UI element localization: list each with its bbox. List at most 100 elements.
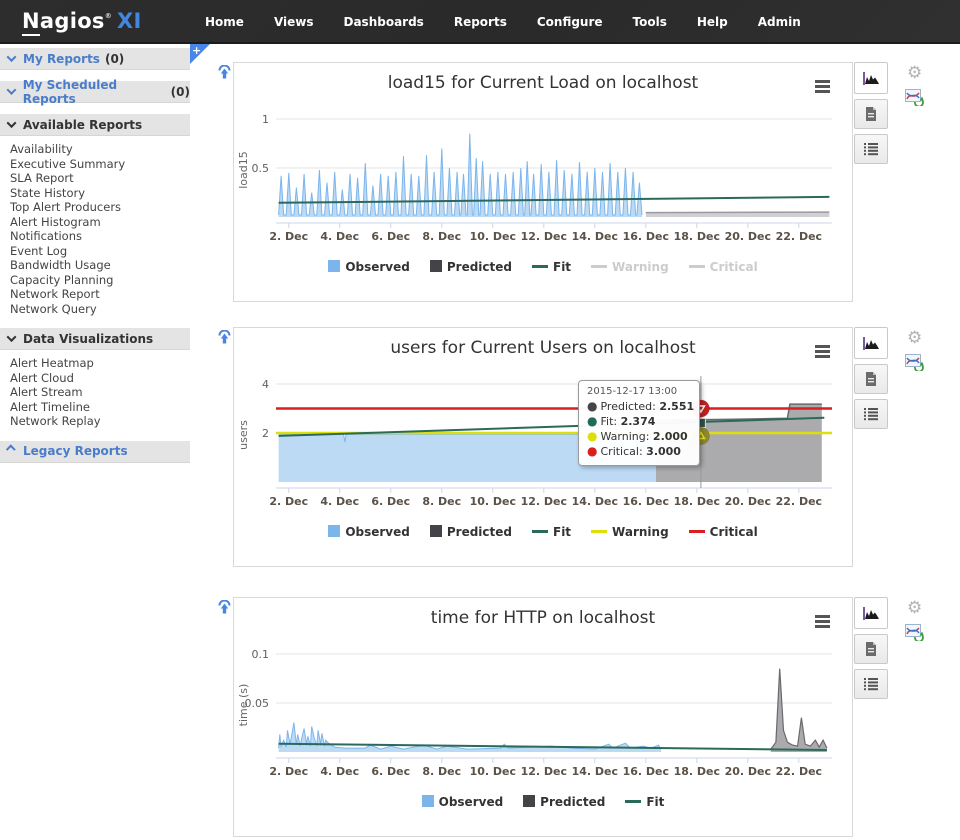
legend-item-fit[interactable]: Fit (625, 795, 664, 809)
svg-text:10. Dec: 10. Dec (470, 230, 516, 243)
legend-label: Observed (439, 795, 504, 809)
sidebar-item-alert-cloud[interactable]: Alert Cloud (10, 371, 190, 386)
sidebar-item-bandwidth-usage[interactable]: Bandwidth Usage (10, 258, 190, 273)
svg-text:12. Dec: 12. Dec (521, 230, 567, 243)
sidebar-section-my-scheduled-reports[interactable]: My Scheduled Reports(0) (0, 81, 190, 103)
area-chart-view-button[interactable] (854, 597, 888, 629)
sidebar-item-network-report[interactable]: Network Report (10, 287, 190, 302)
sidebar-item-alert-timeline[interactable]: Alert Timeline (10, 400, 190, 415)
sidebar-item-executive-summary[interactable]: Executive Summary (10, 157, 190, 172)
popout-chart-icon[interactable] (217, 330, 232, 349)
gear-icon[interactable]: ⚙ (907, 65, 922, 82)
popout-chart-icon[interactable] (217, 600, 232, 619)
svg-text:20. Dec: 20. Dec (725, 495, 771, 508)
legend-item-observed[interactable]: Observed (328, 525, 410, 539)
add-to-dashboard-ribbon[interactable]: + (190, 44, 210, 64)
navbar-item-dashboards[interactable]: Dashboards (344, 15, 424, 29)
legend-item-critical[interactable]: Critical (689, 260, 758, 274)
sidebar-section-legacy-reports[interactable]: Legacy Reports (0, 441, 190, 463)
legend-item-fit[interactable]: Fit (532, 260, 571, 274)
area-chart-view-button[interactable] (854, 327, 888, 359)
chart-legend: Observed Predicted Fit Warning Critical (234, 260, 852, 274)
navbar-item-help[interactable]: Help (697, 15, 728, 29)
export-chart-icon[interactable] (905, 89, 924, 110)
legend-item-predicted[interactable]: Predicted (523, 795, 605, 809)
data-list-view-button[interactable] (854, 399, 888, 429)
legend-item-observed[interactable]: Observed (328, 260, 410, 274)
navbar-item-admin[interactable]: Admin (758, 15, 801, 29)
legend-label: Observed (345, 525, 410, 539)
sidebar-item-sla-report[interactable]: SLA Report (10, 171, 190, 186)
sidebar-item-alert-heatmap[interactable]: Alert Heatmap (10, 356, 190, 371)
registered-mark: ® (105, 12, 112, 20)
chart-context-menu-icon[interactable] (815, 615, 830, 630)
chart-view-buttons (854, 327, 888, 434)
navbar-item-configure[interactable]: Configure (537, 15, 603, 29)
chart-legend: Observed Predicted Fit (234, 795, 852, 809)
sidebar-item-capacity-planning[interactable]: Capacity Planning (10, 273, 190, 288)
chart-context-menu-icon[interactable] (815, 80, 830, 95)
legend-line-swatch (532, 265, 548, 268)
chart-context-menu-icon[interactable] (815, 345, 830, 360)
svg-text:2. Dec: 2. Dec (269, 765, 308, 778)
sidebar-item-network-replay[interactable]: Network Replay (10, 414, 190, 429)
series-bullet-icon: ● (587, 444, 597, 458)
gear-icon[interactable]: ⚙ (907, 330, 922, 347)
report-view-button[interactable] (854, 364, 888, 394)
navbar-item-views[interactable]: Views (274, 15, 314, 29)
svg-text:14. Dec: 14. Dec (572, 230, 618, 243)
svg-text:10. Dec: 10. Dec (470, 765, 516, 778)
gear-icon[interactable]: ⚙ (907, 600, 922, 617)
chart-plot: 24users2. Dec4. Dec6. Dec8. Dec10. Dec12… (234, 360, 854, 522)
sidebar-item-alert-stream[interactable]: Alert Stream (10, 385, 190, 400)
svg-text:16. Dec: 16. Dec (623, 230, 669, 243)
main-menu: Home Views Dashboards Reports Configure Tools… (205, 0, 801, 44)
sidebar-section-data-visualizations[interactable]: Data Visualizations (0, 328, 190, 350)
svg-text:4. Dec: 4. Dec (320, 495, 359, 508)
export-chart-icon[interactable] (905, 354, 924, 375)
legend-label: Critical (710, 525, 758, 539)
sidebar-section-available-reports[interactable]: Available Reports (0, 114, 190, 136)
svg-text:14. Dec: 14. Dec (572, 495, 618, 508)
area-chart-view-button[interactable] (854, 62, 888, 94)
sidebar-item-event-log[interactable]: Event Log (10, 244, 190, 259)
reports-sidebar: My Reports(0) My Scheduled Reports(0) Avai… (0, 44, 190, 840)
sidebar-item-availability[interactable]: Availability (10, 142, 190, 157)
svg-text:6. Dec: 6. Dec (371, 495, 410, 508)
navbar-item-reports[interactable]: Reports (454, 15, 507, 29)
report-view-button[interactable] (854, 99, 888, 129)
data-list-view-button[interactable] (854, 134, 888, 164)
navbar-item-home[interactable]: Home (205, 15, 244, 29)
chart-title: load15 for Current Load on localhost (234, 73, 852, 93)
svg-text:users: users (237, 420, 250, 450)
legend-item-warning[interactable]: Warning (591, 260, 669, 274)
sidebar-item-network-query[interactable]: Network Query (10, 302, 190, 317)
legend-item-predicted[interactable]: Predicted (430, 260, 512, 274)
data-list-view-button[interactable] (854, 669, 888, 699)
sidebar-item-notifications[interactable]: Notifications (10, 229, 190, 244)
tooltip-row-predicted: ●Predicted: 2.551 (587, 399, 691, 414)
sidebar-item-state-history[interactable]: State History (10, 186, 190, 201)
legend-item-observed[interactable]: Observed (422, 795, 504, 809)
legend-item-warning[interactable]: Warning (591, 525, 669, 539)
navbar-item-tools[interactable]: Tools (633, 15, 667, 29)
legend-line-swatch (689, 265, 705, 268)
legend-line-swatch (689, 530, 705, 533)
sidebar-section-my-reports[interactable]: My Reports(0) (0, 48, 190, 70)
sidebar-item-alert-histogram[interactable]: Alert Histogram (10, 215, 190, 230)
legend-item-predicted[interactable]: Predicted (430, 525, 512, 539)
legend-line-swatch (591, 530, 607, 533)
legend-item-fit[interactable]: Fit (532, 525, 571, 539)
svg-text:20. Dec: 20. Dec (725, 765, 771, 778)
report-view-button[interactable] (854, 634, 888, 664)
popout-chart-icon[interactable] (217, 65, 232, 84)
legend-label: Warning (612, 260, 669, 274)
legend-square-swatch (523, 795, 535, 807)
nagios-logo[interactable]: Nagios®XI (22, 9, 142, 33)
svg-text:8. Dec: 8. Dec (422, 230, 461, 243)
tooltip-row-warning: ●Warning: 2.000 (587, 429, 691, 444)
sidebar-item-top-alert-producers[interactable]: Top Alert Producers (10, 200, 190, 215)
legend-label: Critical (710, 260, 758, 274)
export-chart-icon[interactable] (905, 624, 924, 645)
legend-item-critical[interactable]: Critical (689, 525, 758, 539)
